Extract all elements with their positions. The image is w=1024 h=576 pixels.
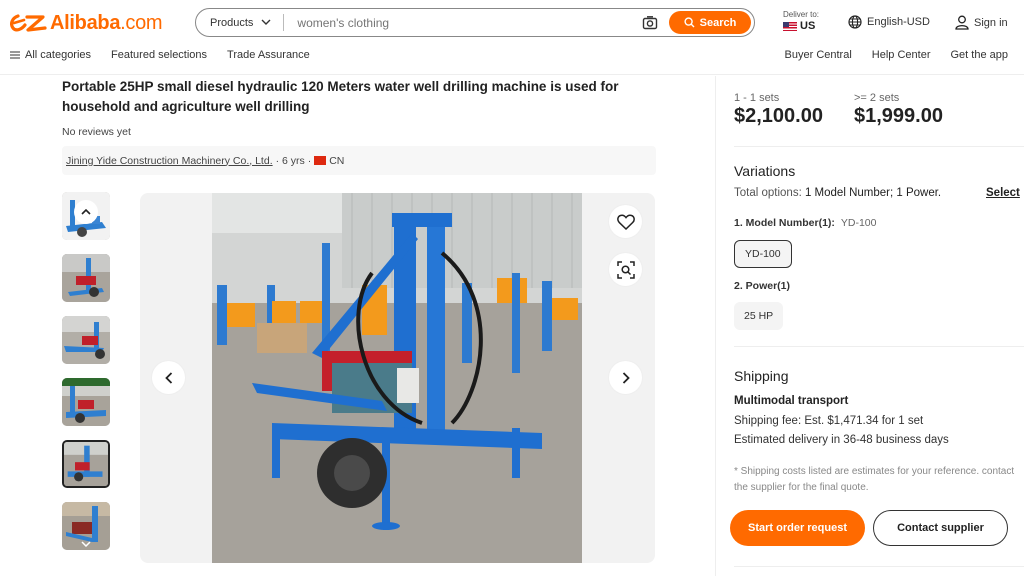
variations-total-prefix: Total options: bbox=[734, 187, 802, 199]
search-divider bbox=[283, 14, 285, 31]
next-image-button[interactable] bbox=[609, 361, 642, 394]
language-label: English-USD bbox=[867, 16, 930, 28]
chevron-down-icon bbox=[261, 19, 271, 25]
alibaba-logo[interactable]: Alibaba.com bbox=[10, 9, 163, 37]
site-header: Alibaba.com Products Search Deliver to: … bbox=[0, 0, 1024, 72]
visual-search-icon bbox=[616, 260, 635, 279]
thumbnail-image bbox=[62, 316, 110, 364]
thumbnail[interactable] bbox=[62, 192, 110, 240]
header-divider bbox=[0, 74, 1024, 75]
shipping-fee: Shipping fee: Est. $1,471.34 for 1 set bbox=[734, 415, 924, 427]
search-bar: Products Search bbox=[195, 8, 755, 37]
search-button[interactable]: Search bbox=[669, 11, 751, 34]
reviews-status: No reviews yet bbox=[62, 126, 131, 138]
globe-icon bbox=[848, 15, 862, 29]
alibaba-logo-icon bbox=[10, 14, 47, 32]
thumbnail-image bbox=[62, 378, 110, 426]
price-tier-price: $1,999.00 bbox=[854, 105, 943, 127]
sign-in-link[interactable]: Sign in bbox=[955, 15, 1008, 30]
language-selector[interactable]: English-USD bbox=[848, 15, 930, 29]
chevron-right-icon bbox=[622, 371, 630, 384]
image-search-button[interactable] bbox=[609, 253, 642, 286]
nav-featured-selections[interactable]: Featured selections bbox=[111, 49, 207, 61]
thumbnail-list bbox=[62, 192, 110, 564]
supplier-years: · 6 yrs · bbox=[275, 154, 312, 167]
search-icon bbox=[684, 17, 695, 28]
deliver-label: Deliver to: bbox=[783, 10, 820, 19]
nav-left: All categories Featured selections Trade… bbox=[10, 49, 310, 61]
nav-buyer-central[interactable]: Buyer Central bbox=[785, 49, 852, 61]
variations-total: Total options: 1 Model Number; 1 Power. bbox=[734, 187, 941, 199]
select-variations-link[interactable]: Select bbox=[986, 187, 1020, 199]
price-tier-quantity: 1 - 1 sets bbox=[734, 92, 780, 104]
thumbnails-scroll-down-button[interactable] bbox=[78, 538, 94, 550]
variations-title: Variations bbox=[734, 163, 796, 179]
thumbnail-image bbox=[64, 442, 108, 486]
search-input[interactable] bbox=[297, 15, 618, 30]
section-divider bbox=[734, 346, 1024, 347]
main-image-gallery bbox=[140, 193, 655, 563]
section-divider bbox=[734, 146, 1024, 147]
start-order-request-button[interactable]: Start order request bbox=[730, 510, 865, 546]
thumbnail[interactable] bbox=[62, 378, 110, 426]
sign-in-label: Sign in bbox=[974, 16, 1008, 29]
section-divider bbox=[734, 566, 1024, 567]
supplier-name-link[interactable]: Jining Yide Construction Machinery Co., … bbox=[66, 155, 273, 167]
contact-supplier-button[interactable]: Contact supplier bbox=[873, 510, 1008, 546]
power-option-chip[interactable]: 25 HP bbox=[734, 302, 784, 330]
price-tier: 1 - 1 sets $2,100.00 bbox=[734, 92, 823, 128]
shipping-method: Multimodal transport bbox=[734, 395, 849, 407]
thumbnail[interactable] bbox=[62, 502, 110, 550]
drilling-machine-photo bbox=[212, 193, 582, 563]
thumbnail[interactable] bbox=[62, 316, 110, 364]
power-label: 2. Power(1) bbox=[734, 280, 791, 292]
shipping-delivery-estimate: Estimated delivery in 36-48 business day… bbox=[734, 434, 949, 446]
variations-total-value: 1 Model Number; 1 Power. bbox=[804, 187, 942, 199]
price-tier-quantity: >= 2 sets bbox=[854, 92, 900, 104]
thumbnails-scroll-up-button[interactable] bbox=[74, 200, 98, 224]
search-category-label: Products bbox=[210, 16, 254, 29]
china-flag-icon bbox=[314, 156, 327, 165]
deliver-country: US bbox=[800, 20, 816, 32]
chevron-up-icon bbox=[81, 209, 91, 215]
product-title: Portable 25HP small diesel hydraulic 120… bbox=[62, 79, 619, 114]
nav-right: Buyer Central Help Center Get the app bbox=[785, 49, 1008, 61]
model-number-row: 1. Model Number(1): YD-100 bbox=[734, 217, 876, 229]
shipping-title: Shipping bbox=[734, 368, 789, 384]
nav-all-categories-label: All categories bbox=[25, 49, 92, 61]
search-category-select[interactable]: Products bbox=[210, 17, 271, 29]
model-number-selected: YD-100 bbox=[840, 217, 877, 229]
nav-get-the-app[interactable]: Get the app bbox=[951, 49, 1009, 61]
us-flag-icon bbox=[783, 21, 797, 31]
thumbnail-selected[interactable] bbox=[62, 440, 110, 488]
model-number-label: 1. Model Number(1): bbox=[734, 217, 835, 229]
heart-icon bbox=[616, 214, 635, 230]
user-icon bbox=[955, 15, 969, 30]
thumbnail[interactable] bbox=[62, 254, 110, 302]
menu-icon bbox=[10, 51, 20, 59]
price-tier-price: $2,100.00 bbox=[734, 105, 823, 127]
main-product-image[interactable] bbox=[212, 193, 582, 563]
nav-all-categories[interactable]: All categories bbox=[10, 49, 91, 61]
search-button-label: Search bbox=[699, 16, 737, 29]
shipping-note: * Shipping costs listed are estimates fo… bbox=[734, 466, 1015, 493]
logo-suffix: .com bbox=[120, 11, 163, 34]
thumbnail-image bbox=[62, 254, 110, 302]
model-option-chip[interactable]: YD-100 bbox=[734, 240, 792, 268]
deliver-to-selector[interactable]: Deliver to: US bbox=[783, 10, 819, 32]
camera-search-icon[interactable] bbox=[642, 15, 658, 31]
chevron-left-icon bbox=[164, 371, 172, 384]
add-to-favorites-button[interactable] bbox=[609, 205, 642, 238]
nav-help-center[interactable]: Help Center bbox=[872, 49, 931, 61]
chevron-down-icon bbox=[81, 541, 91, 547]
logo-text: Alibaba bbox=[50, 11, 121, 34]
price-tier: >= 2 sets $1,999.00 bbox=[854, 92, 943, 128]
supplier-country: CN bbox=[329, 154, 345, 167]
nav-trade-assurance[interactable]: Trade Assurance bbox=[227, 49, 310, 61]
supplier-bar: Jining Yide Construction Machinery Co., … bbox=[62, 146, 656, 175]
previous-image-button[interactable] bbox=[152, 361, 185, 394]
purchase-panel: 1 - 1 sets $2,100.00 >= 2 sets $1,999.00… bbox=[715, 76, 1024, 576]
